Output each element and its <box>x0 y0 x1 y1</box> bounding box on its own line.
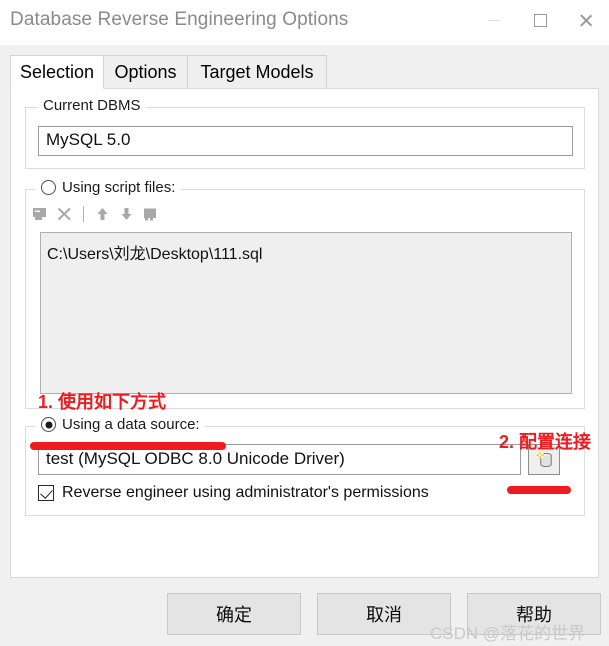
maximize-button[interactable] <box>517 0 563 40</box>
title-bar: Database Reverse Engineering Options <box>0 0 609 45</box>
checkbox-icon <box>38 485 54 501</box>
script-files-list[interactable]: C:\Users\刘龙\Desktop\111.sql <box>40 232 572 394</box>
tab-target-models[interactable]: Target Models <box>187 55 327 89</box>
admin-permissions-checkbox[interactable]: Reverse engineer using administrator's p… <box>38 484 429 502</box>
current-dbms-group: Current DBMS MySQL 5.0 <box>25 97 585 169</box>
annotation-note-1: 1. 使用如下方式 <box>38 392 167 412</box>
annotation-note-2: 2. 配置连接 <box>499 432 592 452</box>
window-title: Database Reverse Engineering Options <box>10 9 349 30</box>
admin-permissions-label: Reverse engineer using administrator's p… <box>62 484 429 501</box>
dialog-window: Database Reverse Engineering Options Sel… <box>0 0 609 646</box>
radio-script-files-icon <box>41 180 56 195</box>
current-dbms-label: Current DBMS <box>38 97 146 114</box>
close-icon <box>579 13 594 28</box>
script-files-toolbar <box>32 202 212 226</box>
annotation-underline-2 <box>507 486 571 494</box>
tab-options-label: Options <box>114 61 177 82</box>
tab-panel-selection: Current DBMS MySQL 5.0 Using script file… <box>10 88 599 578</box>
add-file-icon[interactable] <box>32 206 49 223</box>
tab-options[interactable]: Options <box>103 55 188 89</box>
list-item[interactable]: C:\Users\刘龙\Desktop\111.sql <box>47 240 571 264</box>
script-files-group: Using script files: C:\Users\刘龙\Desktop\… <box>25 179 585 409</box>
tab-target-models-label: Target Models <box>200 61 314 82</box>
watermark: CSDN @落花的世界 <box>430 624 586 643</box>
close-button[interactable] <box>563 0 609 40</box>
edit-file-icon[interactable] <box>142 206 159 223</box>
minimize-icon <box>487 19 501 21</box>
cancel-button-label: 取消 <box>366 605 402 625</box>
tab-strip: Selection Options Target Models <box>10 55 599 89</box>
tab-selection[interactable]: Selection <box>10 55 104 89</box>
window-controls <box>471 0 609 40</box>
data-source-radio-label: Using a data source: <box>62 416 200 433</box>
data-source-radio[interactable]: Using a data source: <box>36 416 205 433</box>
annotation-underline-1 <box>30 442 226 450</box>
tab-selection-label: Selection <box>19 61 95 82</box>
toolbar-separator <box>83 206 84 222</box>
ok-button-label: 确定 <box>216 605 252 625</box>
move-down-icon[interactable] <box>118 206 135 223</box>
radio-data-source-icon <box>41 417 56 432</box>
minimize-button[interactable] <box>471 0 517 40</box>
script-files-radio[interactable]: Using script files: <box>36 179 181 196</box>
current-dbms-field[interactable]: MySQL 5.0 <box>38 126 573 156</box>
delete-icon[interactable] <box>56 206 73 223</box>
move-up-icon[interactable] <box>94 206 111 223</box>
ok-button[interactable]: 确定 <box>167 593 301 635</box>
maximize-icon <box>533 13 547 27</box>
script-files-radio-label: Using script files: <box>62 179 176 196</box>
